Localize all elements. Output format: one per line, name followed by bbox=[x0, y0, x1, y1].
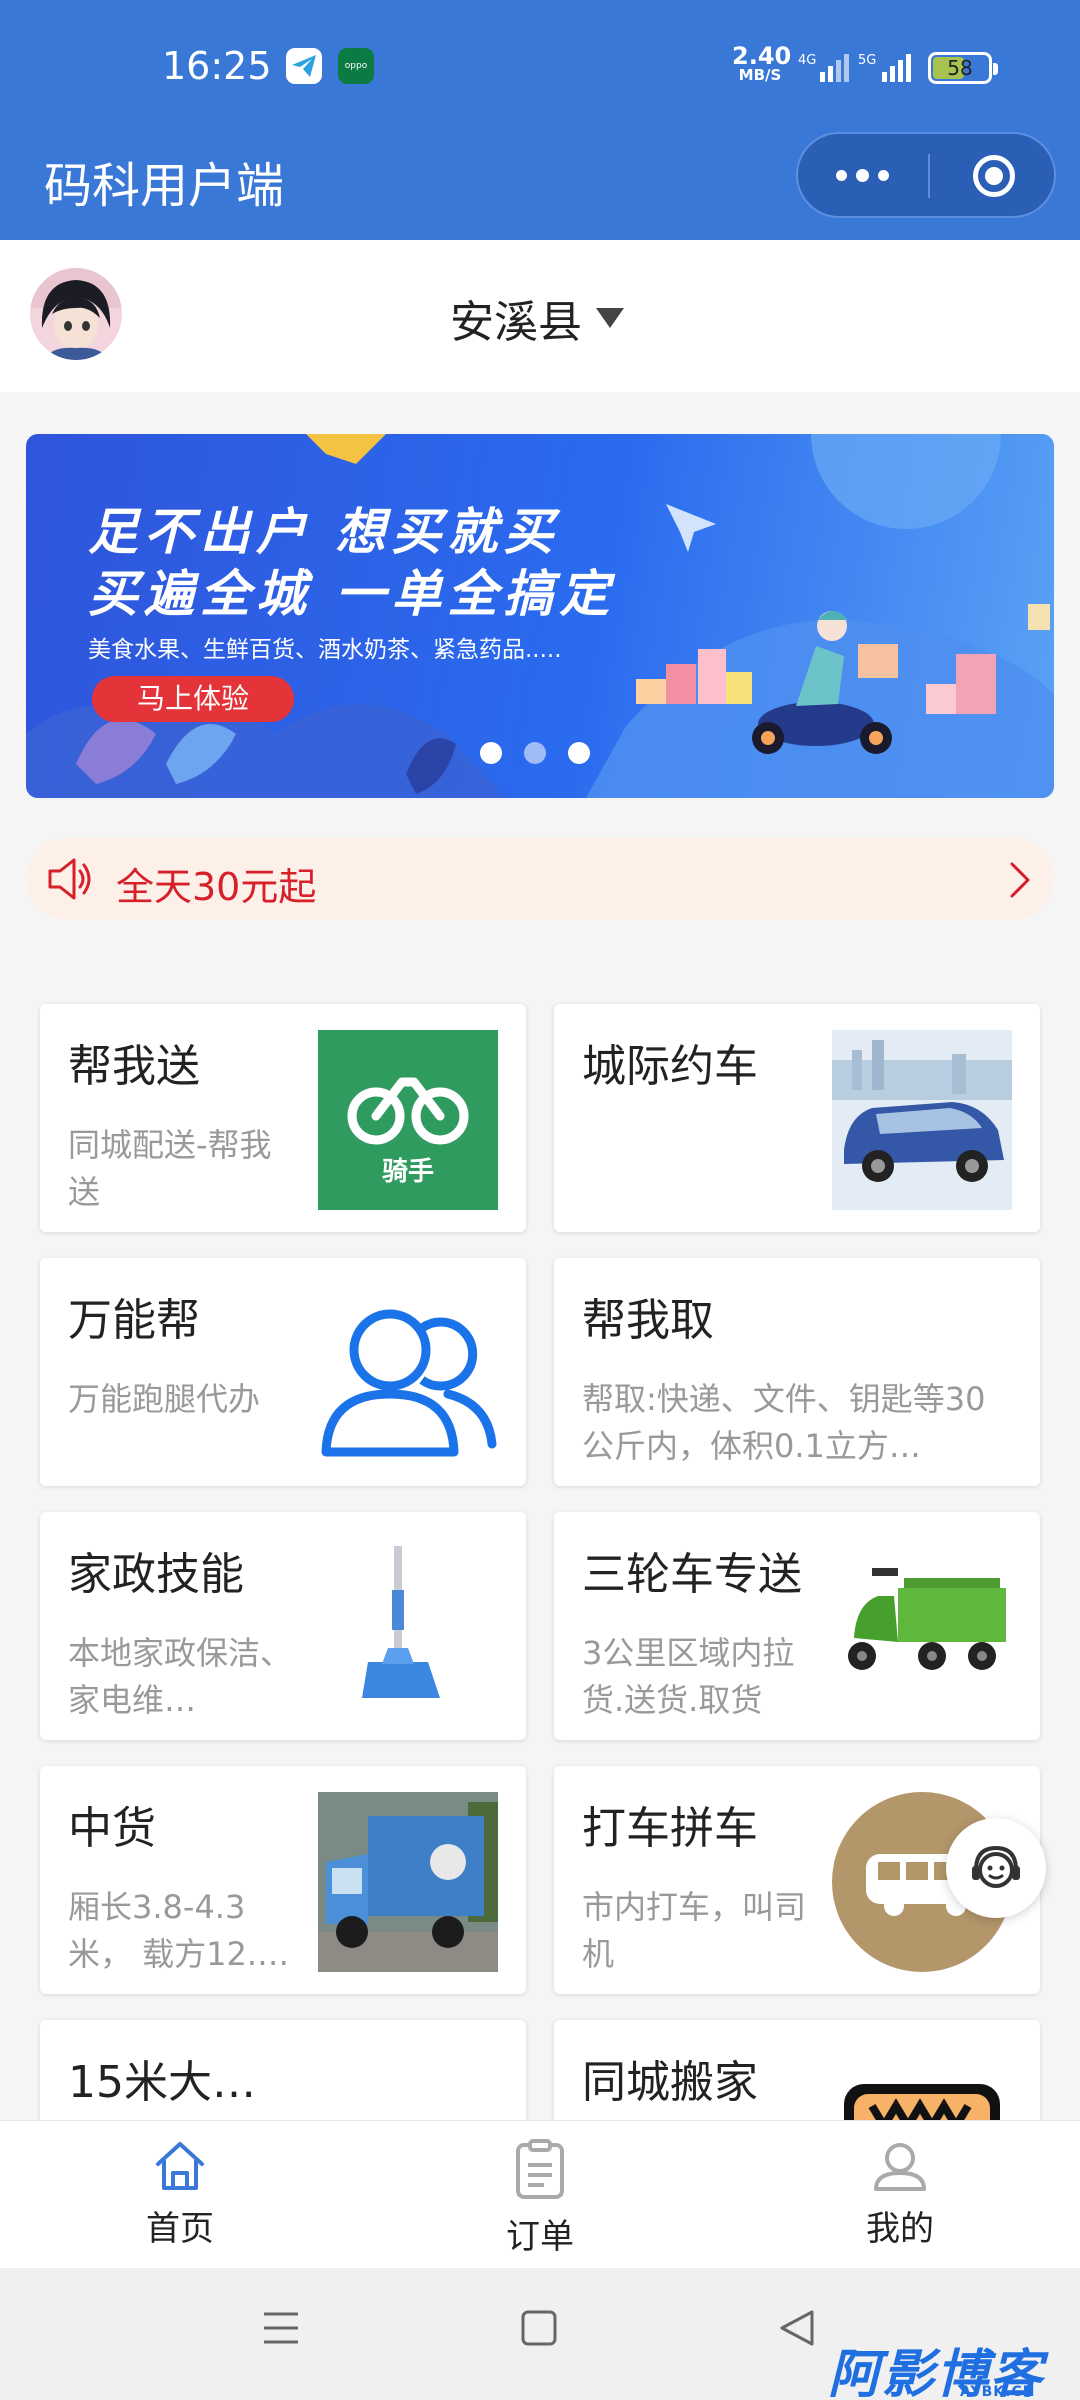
signal-4g-icon: 4G bbox=[798, 53, 849, 82]
menu-icon[interactable] bbox=[262, 2308, 300, 2348]
service-desc: 万能跑腿代办 bbox=[68, 1380, 261, 1418]
tricycle-photo bbox=[832, 1538, 1012, 1718]
minivan-photo bbox=[832, 1030, 1012, 1210]
notice-text: 全天30元起 bbox=[116, 865, 317, 909]
banner-dot[interactable] bbox=[480, 742, 502, 764]
tab-mine[interactable]: 我的 bbox=[810, 2139, 990, 2259]
banner-subline: 美食水果、生鲜百货、酒水奶茶、紧急药品..... bbox=[88, 637, 562, 663]
status-time: 16:25 bbox=[162, 44, 272, 88]
home-icon bbox=[156, 2142, 204, 2190]
truck-photo bbox=[318, 1792, 498, 1972]
user-icon bbox=[874, 2143, 926, 2191]
notice-bar[interactable]: 全天30元起 bbox=[26, 838, 1054, 920]
watermark: 阿影博客 AYBK.CN bbox=[828, 2332, 1044, 2400]
service-title: 同城搬家 bbox=[582, 2057, 758, 2108]
battery-icon: 58 bbox=[928, 52, 998, 84]
banner-headline-2: 买遍全城 一单全搞定 bbox=[88, 565, 616, 623]
clipboard-icon bbox=[516, 2139, 564, 2199]
service-title: 打车拼车 bbox=[582, 1803, 758, 1854]
service-desc: 3公里区域内拉货.送货.取货 bbox=[582, 1634, 795, 1719]
banner-dot[interactable] bbox=[568, 742, 590, 764]
bottom-tab-bar: 首页 订单 我的 bbox=[0, 2120, 1080, 2268]
users-icon bbox=[318, 1284, 498, 1464]
service-desc: 厢长3.8-4.3米， 载方12.… bbox=[68, 1888, 290, 1973]
service-title: 万能帮 bbox=[68, 1295, 200, 1346]
service-title: 城际约车 bbox=[582, 1041, 758, 1092]
location-bar: 安溪县 bbox=[0, 240, 1080, 392]
location-name: 安溪县 bbox=[450, 297, 582, 348]
tab-orders-label: 订单 bbox=[506, 2217, 574, 2257]
battery-level: 58 bbox=[947, 56, 973, 80]
app-title: 码科用户端 bbox=[44, 158, 285, 214]
rider-logo-icon: 骑手 bbox=[318, 1030, 498, 1210]
service-desc: 同城配送-帮我送 bbox=[68, 1126, 272, 1211]
chevron-right-icon bbox=[1010, 862, 1030, 898]
avatar[interactable] bbox=[30, 268, 122, 360]
service-desc: 帮取:快递、文件、钥匙等30公斤内，体积0.1立方… bbox=[582, 1380, 986, 1465]
customer-service-button[interactable] bbox=[946, 1818, 1046, 1918]
service-card-housekeeping[interactable]: 家政技能 本地家政保洁、家电维… bbox=[40, 1512, 526, 1740]
tab-mine-label: 我的 bbox=[866, 2209, 934, 2249]
location-selector[interactable]: 安溪县 bbox=[450, 290, 624, 348]
service-card-deliver[interactable]: 帮我送 同城配送-帮我送 骑手 bbox=[40, 1004, 526, 1232]
try-now-button[interactable]: 马上体验 bbox=[92, 676, 294, 722]
service-desc: 本地家政保洁、家电维… bbox=[68, 1634, 293, 1719]
app-header: 16:25 oppo 2.40 MB/S 4G 5G 58 码科用户端 bbox=[0, 0, 1080, 240]
rider-logo-text: 骑手 bbox=[382, 1157, 434, 1187]
promo-banner[interactable]: 足不出户 想买就买 买遍全城 一单全搞定 美食水果、生鲜百货、酒水奶茶、紧急药品… bbox=[26, 434, 1054, 798]
caret-down-icon bbox=[596, 308, 624, 328]
home-square-icon[interactable] bbox=[520, 2308, 558, 2348]
watermark-sub: AYBK.CN bbox=[960, 2384, 1036, 2400]
sim1-label: 4G bbox=[798, 53, 816, 68]
service-title: 三轮车专送 bbox=[582, 1549, 802, 1600]
mini-program-close-icon[interactable] bbox=[930, 134, 1056, 216]
tab-home-label: 首页 bbox=[146, 2209, 214, 2249]
back-triangle-icon[interactable] bbox=[778, 2308, 816, 2348]
telegram-icon bbox=[286, 48, 322, 84]
signal-5g-icon: 5G bbox=[858, 53, 911, 82]
service-card-medium-truck[interactable]: 中货 厢长3.8-4.3米， 载方12.… bbox=[40, 1766, 526, 1994]
service-card-universal-help[interactable]: 万能帮 万能跑腿代办 bbox=[40, 1258, 526, 1486]
service-title: 15米大… bbox=[68, 2057, 256, 2108]
service-card-pickup[interactable]: 帮我取 帮取:快递、文件、钥匙等30公斤内，体积0.1立方… bbox=[554, 1258, 1040, 1486]
service-title: 帮我取 bbox=[582, 1295, 714, 1346]
service-card-intercity-car[interactable]: 城际约车 bbox=[554, 1004, 1040, 1232]
oppo-app-icon: oppo bbox=[338, 48, 374, 84]
network-speed: 2.40 MB/S bbox=[732, 42, 792, 84]
service-card-tricycle[interactable]: 三轮车专送 3公里区域内拉货.送货.取货 bbox=[554, 1512, 1040, 1740]
service-desc: 市内打车，叫司机 bbox=[582, 1888, 807, 1973]
speaker-icon bbox=[48, 858, 91, 900]
banner-dot[interactable] bbox=[524, 742, 546, 764]
banner-pagination bbox=[480, 742, 590, 764]
headset-icon bbox=[972, 1845, 1020, 1888]
tab-home[interactable]: 首页 bbox=[90, 2139, 270, 2259]
service-title: 中货 bbox=[68, 1803, 156, 1854]
more-dots-icon[interactable] bbox=[798, 134, 928, 216]
tab-orders[interactable]: 订单 bbox=[450, 2139, 630, 2259]
mini-program-capsule bbox=[796, 132, 1056, 218]
sim2-label: 5G bbox=[858, 53, 876, 68]
service-title: 家政技能 bbox=[68, 1549, 244, 1600]
service-title: 帮我送 bbox=[68, 1041, 200, 1092]
mop-photo bbox=[318, 1538, 498, 1718]
